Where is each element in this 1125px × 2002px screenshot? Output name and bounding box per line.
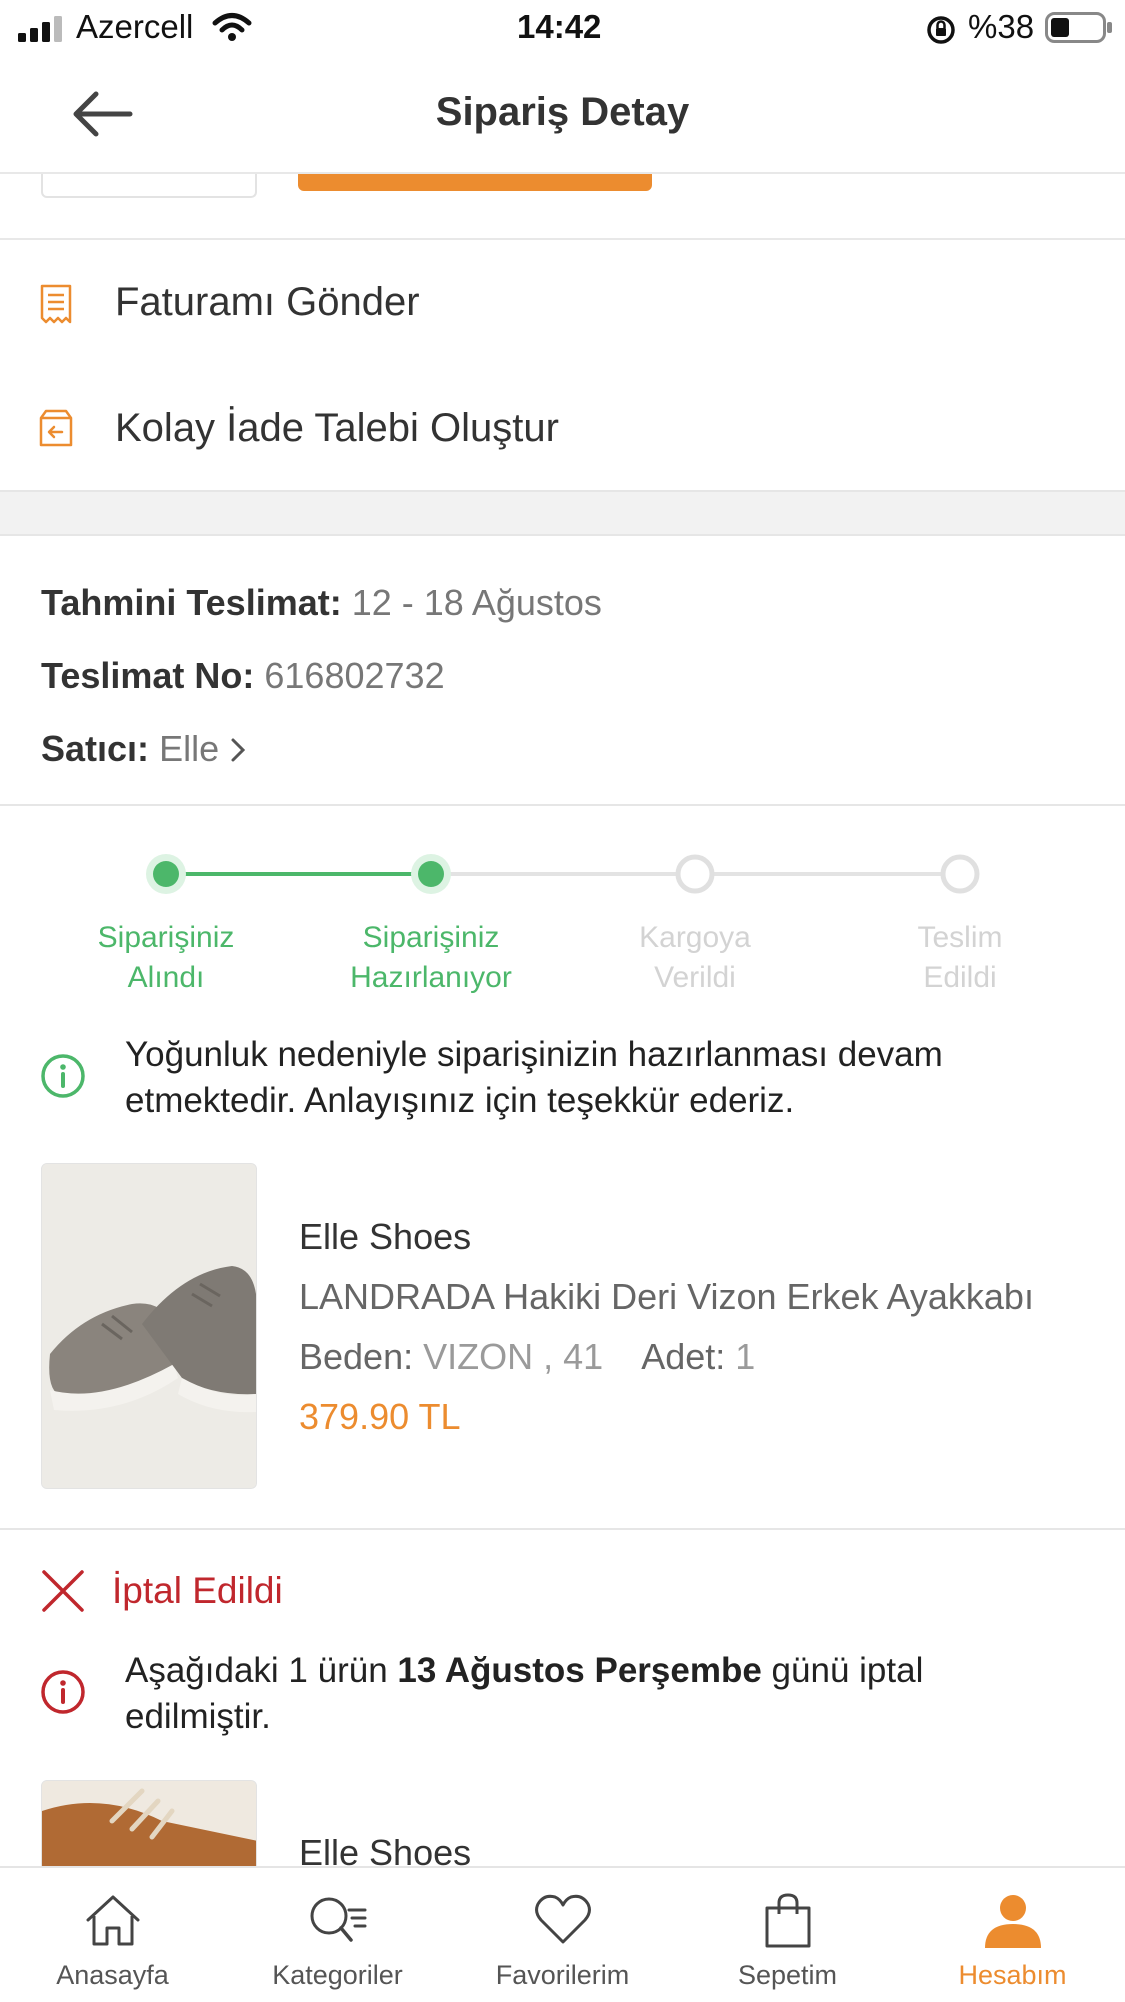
quantity-label: Adet: — [641, 1336, 726, 1377]
seller-label: Satıcı: — [41, 728, 150, 769]
preparation-notice: Yoğunluk nedeniyle siparişinizin hazırla… — [125, 1035, 943, 1120]
shoe-image — [42, 1781, 256, 1866]
primary-button-edge[interactable] — [298, 174, 652, 191]
home-icon — [86, 1895, 140, 1946]
step-label-shipped: Kargoya Verildi — [575, 918, 815, 998]
category-search-icon — [310, 1897, 367, 1942]
size-label: Beden: — [299, 1336, 414, 1377]
delivery-number: Teslimat No: 616802732 — [41, 655, 445, 697]
battery-percent: %38 — [968, 8, 1035, 45]
tab-home[interactable]: Anasayfa — [0, 1868, 225, 2002]
cancellation-date: 13 Ağustos Perşembe — [397, 1651, 762, 1690]
clock: 14:42 — [517, 8, 602, 45]
cancelled-product-brand: Elle Shoes — [299, 1832, 472, 1866]
step-label-line: Kargoya — [639, 921, 751, 954]
tab-cart[interactable]: Sepetim — [675, 1868, 900, 2002]
cancelled-title: İptal Edildi — [112, 1570, 283, 1611]
step-label-line: Hazırlanıyor — [350, 961, 512, 994]
size-value: VIZON , 41 — [423, 1336, 604, 1377]
step-dot-received — [146, 854, 186, 894]
product-image[interactable] — [41, 1163, 257, 1489]
heart-icon — [535, 1894, 591, 1944]
info-icon — [41, 1054, 85, 1098]
carrier-name: Azercell — [76, 8, 194, 45]
product-name: LANDRADA Hakiki Deri Vizon Erkek Ayakkab… — [299, 1276, 1034, 1317]
step-dot-delivered — [940, 854, 980, 894]
tab-bar: Anasayfa Kategoriler Favorilerim Sepetim… — [0, 1866, 1125, 2000]
tab-label: Kategoriler — [272, 1960, 403, 1990]
easy-return-row[interactable]: Kolay İade Talebi Oluştur — [0, 366, 1125, 490]
tab-label: Favorilerim — [495, 1960, 630, 1990]
send-invoice-row[interactable]: Faturamı Gönder — [0, 242, 1125, 366]
send-invoice-label: Faturamı Gönder — [115, 280, 420, 324]
cancellation-notice-text: Aşağıdaki 1 ürün — [125, 1651, 398, 1690]
cancelled-product-card[interactable]: Elle Shoes — [0, 1780, 1125, 1866]
step-label-line: Siparişiniz — [362, 921, 500, 954]
shopping-bag-icon — [765, 1893, 811, 1948]
seller-row[interactable]: Satıcı: Elle — [41, 728, 247, 770]
step-dot-preparing — [411, 854, 451, 894]
wifi-icon — [212, 13, 252, 41]
user-icon — [985, 1895, 1041, 1948]
estimated-delivery-label: Tahmini Teslimat: — [41, 582, 342, 623]
shoe-image — [42, 1164, 256, 1488]
product-card[interactable]: Elle Shoes LANDRADA Hakiki Deri Vizon Er… — [0, 1160, 1125, 1530]
rotation-lock-icon — [927, 16, 955, 44]
tab-label: Anasayfa — [56, 1960, 169, 1990]
delivery-number-value: 616802732 — [264, 655, 445, 696]
estimated-delivery: Tahmini Teslimat: 12 - 18 Ağustos — [41, 582, 602, 624]
step-label-preparing: Siparişiniz Hazırlanıyor — [311, 918, 551, 998]
cancelled-x-icon — [42, 1570, 84, 1612]
signal-icon — [18, 16, 62, 42]
receipt-icon — [40, 284, 72, 324]
section-divider — [0, 490, 1125, 536]
battery-icon — [1045, 12, 1112, 43]
estimated-delivery-value: 12 - 18 Ağustos — [351, 582, 602, 623]
tab-label: Sepetim — [737, 1960, 838, 1990]
nav-header: Sipariş Detay — [0, 56, 1125, 174]
step-label-received: Siparişiniz Alındı — [46, 918, 286, 998]
order-progress-tracker — [146, 854, 980, 894]
product-brand: Elle Shoes — [299, 1216, 472, 1257]
step-label-line: Teslim — [917, 921, 1003, 954]
step-label-line: Edildi — [923, 961, 997, 994]
status-bar: Azercell 14:42 %38 — [0, 0, 1125, 56]
scrolled-actions-row — [0, 174, 1125, 240]
step-dot-shipped — [675, 854, 715, 894]
step-label-delivered: Teslim Edildi — [840, 918, 1080, 998]
tab-label: Hesabım — [958, 1960, 1067, 1990]
cancelled-product-image[interactable] — [41, 1780, 257, 1866]
page-title: Sipariş Detay — [435, 90, 690, 134]
easy-return-label: Kolay İade Talebi Oluştur — [115, 406, 559, 450]
delivery-number-label: Teslimat No: — [41, 655, 255, 696]
step-label-line: Siparişiniz — [97, 921, 235, 954]
seller-link[interactable]: Elle — [159, 728, 219, 769]
tab-favorites[interactable]: Favorilerim — [450, 1868, 675, 2002]
product-variant: Beden: VIZON , 41 Adet: 1 — [299, 1336, 755, 1378]
step-label-line: Verildi — [654, 961, 736, 994]
return-box-icon — [39, 409, 73, 447]
cancellation-notice: Aşağıdaki 1 ürün 13 Ağustos Perşembe gün… — [125, 1648, 1075, 1740]
secondary-button-edge[interactable] — [41, 174, 257, 198]
divider — [0, 804, 1125, 806]
warning-info-icon — [41, 1670, 85, 1714]
step-label-line: Alındı — [127, 961, 205, 994]
product-price: 379.90 TL — [299, 1396, 461, 1437]
chevron-right-icon — [231, 738, 246, 762]
quantity-value: 1 — [735, 1336, 756, 1377]
tab-account[interactable]: Hesabım — [900, 1868, 1125, 2002]
tab-categories[interactable]: Kategoriler — [225, 1868, 450, 2002]
